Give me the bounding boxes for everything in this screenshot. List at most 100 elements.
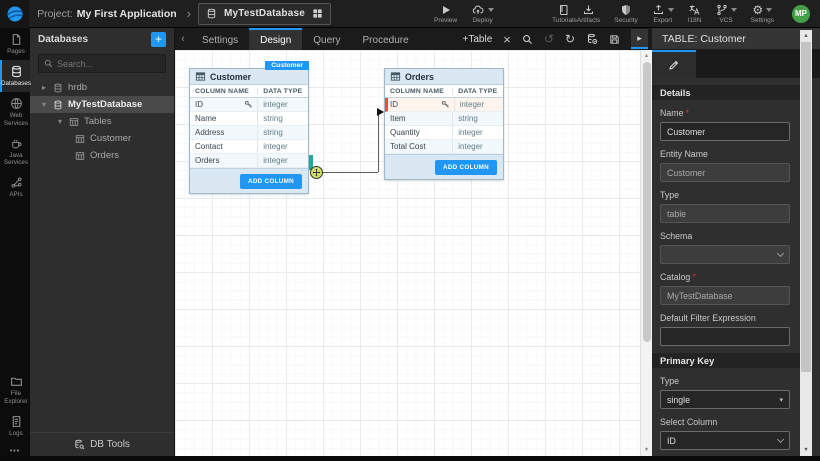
- vcs-button[interactable]: VCS: [716, 4, 737, 24]
- tree-item-mytestdatabase[interactable]: ▾ MyTestDatabase: [30, 96, 174, 113]
- databases-panel: Databases + ▸ hrdb ▾ MyTestDatabase ▾ Ta…: [30, 28, 175, 461]
- settings-button[interactable]: ⚙ Settings: [751, 4, 775, 24]
- column-row-contact[interactable]: Contact integer: [190, 140, 308, 154]
- sidebar-item-apis[interactable]: APIs: [0, 171, 30, 203]
- column-row-name[interactable]: Name string: [190, 112, 308, 126]
- db-update-icon[interactable]: [586, 33, 598, 45]
- scroll-up-icon[interactable]: ▲: [803, 30, 808, 42]
- default-filter-input[interactable]: [660, 327, 790, 346]
- database-tab[interactable]: MyTestDatabase: [198, 3, 331, 25]
- field-label: Name: [660, 108, 683, 118]
- add-database-button[interactable]: +: [151, 32, 166, 47]
- column-row-id[interactable]: ID integer: [190, 98, 308, 112]
- db-tools-button[interactable]: DB Tools: [30, 432, 174, 456]
- undo-icon[interactable]: ↺: [544, 32, 554, 46]
- search-input[interactable]: [57, 59, 157, 69]
- sidebar-item-web-services[interactable]: Web Services: [0, 92, 30, 131]
- tree-item-hrdb[interactable]: ▸ hrdb: [30, 79, 174, 96]
- caret-down-icon: [488, 8, 494, 12]
- column-row-item[interactable]: Item string: [385, 112, 503, 126]
- preview-button[interactable]: Preview: [434, 4, 457, 24]
- edit-tab[interactable]: [652, 50, 696, 78]
- er-diagram-canvas[interactable]: Customer Customer COLUMN NAME DATA TYPE …: [175, 50, 640, 456]
- relation-drag-handle[interactable]: [310, 166, 323, 179]
- add-column-button[interactable]: ADD COLUMN: [435, 160, 497, 175]
- tree-item-label: MyTestDatabase: [68, 99, 142, 110]
- project-breadcrumb[interactable]: Project: My First Application: [37, 8, 177, 20]
- column-row-orders[interactable]: Orders integer: [190, 154, 308, 168]
- field-pk-type: Type single ▾: [660, 376, 792, 409]
- artifacts-button[interactable]: Artifacts: [577, 4, 600, 24]
- tree-item-orders[interactable]: Orders: [30, 147, 174, 164]
- table-icon: [75, 134, 85, 144]
- scrollbar-thumb[interactable]: [801, 42, 811, 372]
- column-name: Name: [195, 114, 216, 123]
- select-column-select[interactable]: ID: [660, 431, 790, 450]
- column-row-total-cost[interactable]: Total Cost integer: [385, 140, 503, 154]
- tree-collapsed-icon[interactable]: ▸: [40, 83, 48, 92]
- name-input[interactable]: [660, 122, 790, 141]
- globe-icon: [10, 97, 23, 110]
- deploy-button[interactable]: Deploy: [471, 4, 494, 24]
- apps-grid-icon[interactable]: [312, 8, 323, 19]
- column-row-address[interactable]: Address string: [190, 126, 308, 140]
- app-logo[interactable]: [0, 0, 29, 28]
- tree-item-tables[interactable]: ▾ Tables: [30, 113, 174, 130]
- orders-card-header[interactable]: Orders: [385, 69, 503, 85]
- details-section-header: Details: [652, 85, 800, 100]
- column-type: string: [452, 112, 503, 125]
- shield-icon: [620, 4, 632, 16]
- add-table-button[interactable]: +Table: [463, 34, 493, 45]
- column-name-header: COLUMN NAME: [385, 88, 452, 95]
- user-avatar[interactable]: MP: [792, 5, 810, 23]
- scroll-down-icon[interactable]: ▼: [803, 444, 808, 456]
- customer-table-card[interactable]: Customer Customer COLUMN NAME DATA TYPE …: [189, 68, 309, 194]
- orders-table-card[interactable]: Orders COLUMN NAME DATA TYPE ID integer …: [384, 68, 504, 180]
- sidebar-item-pages[interactable]: Pages: [0, 28, 30, 60]
- sidebar-item-databases[interactable]: Databases: [0, 60, 30, 92]
- column-row-id[interactable]: ID integer: [385, 98, 503, 112]
- zoom-search-icon[interactable]: [522, 34, 533, 45]
- tab-settings[interactable]: Settings: [191, 28, 249, 50]
- save-icon[interactable]: [609, 34, 620, 45]
- search-box[interactable]: [38, 54, 166, 73]
- field-label: Type: [660, 190, 679, 200]
- design-toolbar: +Table × ↺ ↻ ▸: [463, 28, 652, 50]
- branch-icon: [716, 4, 728, 16]
- expand-right-panel-button[interactable]: ▸: [631, 29, 648, 49]
- add-column-button[interactable]: ADD COLUMN: [240, 174, 302, 189]
- sidebar-item-file-explorer[interactable]: File Explorer: [0, 370, 30, 409]
- tab-procedure[interactable]: Procedure: [352, 28, 420, 50]
- scroll-up-icon[interactable]: ▲: [644, 50, 649, 62]
- redo-icon[interactable]: ↻: [565, 32, 575, 46]
- table-icon: [390, 71, 401, 82]
- sidebar-item-java-services[interactable]: Java Services: [0, 132, 30, 171]
- canvas-vertical-scrollbar[interactable]: ▲ ▼: [640, 50, 652, 456]
- column-row-quantity[interactable]: Quantity integer: [385, 126, 503, 140]
- tab-query[interactable]: Query: [302, 28, 351, 50]
- tutorials-label: Tutorials: [552, 17, 577, 24]
- column-header-row: COLUMN NAME DATA TYPE: [385, 85, 503, 98]
- tree-expanded-icon[interactable]: ▾: [56, 117, 64, 126]
- tree-item-customer[interactable]: Customer: [30, 130, 174, 147]
- scrollbar-thumb[interactable]: [643, 62, 651, 342]
- security-button[interactable]: Security: [614, 4, 637, 24]
- i18n-button[interactable]: I18N: [688, 4, 702, 24]
- tree-expanded-icon[interactable]: ▾: [40, 100, 48, 109]
- customer-card-header[interactable]: Customer: [190, 69, 308, 85]
- tab-design[interactable]: Design: [249, 28, 302, 50]
- column-type: integer: [257, 140, 308, 153]
- collapse-panel-button[interactable]: ‹: [175, 28, 191, 50]
- pk-type-select[interactable]: single ▾: [660, 390, 790, 409]
- sidebar-item-logs[interactable]: Logs: [0, 410, 30, 442]
- field-label: Type: [660, 376, 679, 386]
- design-tab-strip: ‹ Settings Design Query Procedure +Table…: [175, 28, 652, 50]
- tutorials-button[interactable]: Tutorials: [552, 4, 577, 24]
- close-icon[interactable]: ×: [503, 32, 511, 47]
- primary-key-icon: [441, 100, 450, 109]
- tree-item-label: hrdb: [68, 82, 87, 93]
- magnifier-icon: [522, 34, 533, 45]
- scroll-down-icon[interactable]: ▼: [644, 444, 649, 456]
- inspector-scrollbar[interactable]: ▲ ▼: [800, 30, 812, 456]
- export-button[interactable]: Export: [652, 4, 674, 24]
